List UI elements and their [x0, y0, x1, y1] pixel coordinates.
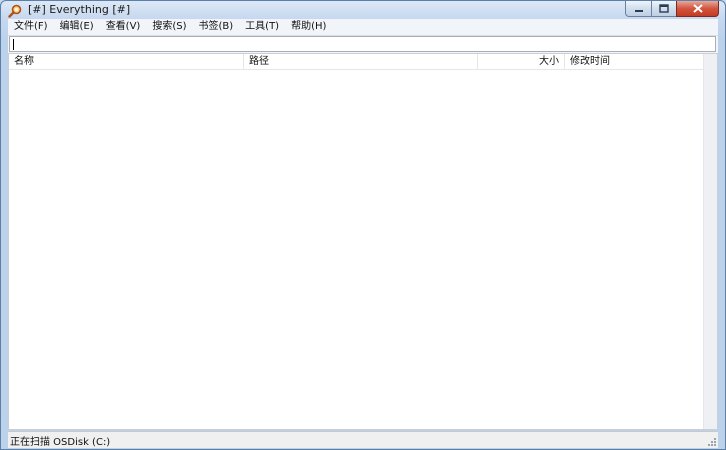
minimize-button[interactable]: [625, 1, 651, 17]
menu-file[interactable]: 文件(F): [8, 19, 54, 35]
column-path[interactable]: 路径: [244, 54, 478, 69]
status-text: 正在扫描 OSDisk (C:): [10, 437, 111, 448]
caption-buttons: [625, 1, 719, 17]
close-button[interactable]: [676, 1, 719, 17]
menu-bar: 文件(F) 编辑(E) 查看(V) 搜索(S) 书签(B) 工具(T) 帮助(H…: [8, 19, 718, 36]
search-input[interactable]: [9, 36, 716, 52]
search-bar: [8, 36, 718, 53]
menu-help[interactable]: 帮助(H): [285, 19, 332, 35]
minimize-icon: [634, 9, 643, 12]
menu-tools[interactable]: 工具(T): [239, 19, 285, 35]
title-bar[interactable]: [#] Everything [#]: [1, 1, 725, 19]
close-icon: [692, 4, 703, 13]
maximize-button[interactable]: [651, 1, 676, 17]
column-size[interactable]: 大小: [478, 54, 565, 69]
app-window: [#] Everything [#] 文件(F) 编辑(E) 查看(V) 搜索(…: [0, 0, 726, 450]
column-modified[interactable]: 修改时间: [565, 54, 705, 69]
window-title: [#] Everything [#]: [28, 3, 131, 16]
maximize-icon: [659, 4, 669, 13]
results-list[interactable]: 名称 路径 大小 修改时间: [8, 53, 718, 430]
resize-grip-icon[interactable]: [707, 437, 717, 447]
menu-view[interactable]: 查看(V): [100, 19, 147, 35]
vertical-scrollbar[interactable]: [703, 54, 717, 429]
text-caret: [13, 39, 14, 50]
menu-search[interactable]: 搜索(S): [146, 19, 192, 35]
menu-edit[interactable]: 编辑(E): [54, 19, 100, 35]
column-header: 名称 路径 大小 修改时间: [9, 54, 705, 70]
column-name[interactable]: 名称: [9, 54, 244, 69]
status-bar: 正在扫描 OSDisk (C:): [8, 431, 718, 448]
menu-bookmarks[interactable]: 书签(B): [193, 19, 240, 35]
magnifier-icon: [8, 4, 22, 18]
